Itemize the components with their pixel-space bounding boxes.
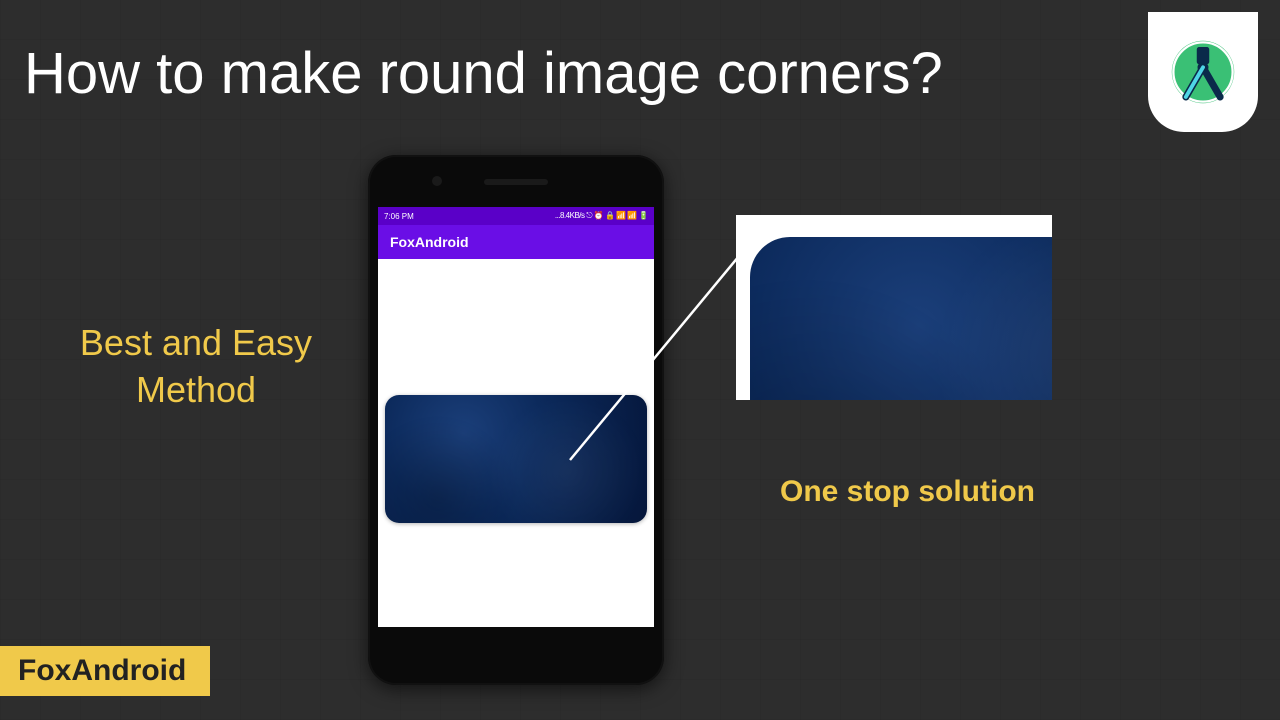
android-studio-badge bbox=[1148, 12, 1258, 132]
app-content bbox=[378, 259, 654, 627]
rounded-image-sample bbox=[385, 395, 647, 523]
phone-earpiece bbox=[484, 179, 548, 185]
phone-mockup: 7:06 PM ...8.4KB/s ⎋ ⏰ 🔒 📶 📶 🔋 FoxAndroi… bbox=[368, 155, 664, 685]
android-studio-icon bbox=[1164, 33, 1242, 111]
brand-tag: FoxAndroid bbox=[0, 646, 210, 696]
status-icons: ...8.4KB/s ⎋ ⏰ 🔒 📶 📶 🔋 bbox=[555, 211, 648, 221]
status-bar: 7:06 PM ...8.4KB/s ⎋ ⏰ 🔒 📶 📶 🔋 bbox=[378, 207, 654, 225]
status-time: 7:06 PM bbox=[384, 212, 414, 221]
app-bar: FoxAndroid bbox=[378, 225, 654, 259]
subtitle-right: One stop solution bbox=[780, 475, 1035, 509]
phone-screen: 7:06 PM ...8.4KB/s ⎋ ⏰ 🔒 📶 📶 🔋 FoxAndroi… bbox=[378, 207, 654, 627]
phone-front-camera bbox=[432, 176, 442, 186]
zoom-rounded-corner bbox=[750, 237, 1052, 400]
app-bar-title: FoxAndroid bbox=[390, 234, 469, 250]
slide-title: How to make round image corners? bbox=[24, 40, 943, 107]
subtitle-left: Best and Easy Method bbox=[56, 320, 336, 414]
zoom-panel bbox=[736, 215, 1052, 400]
